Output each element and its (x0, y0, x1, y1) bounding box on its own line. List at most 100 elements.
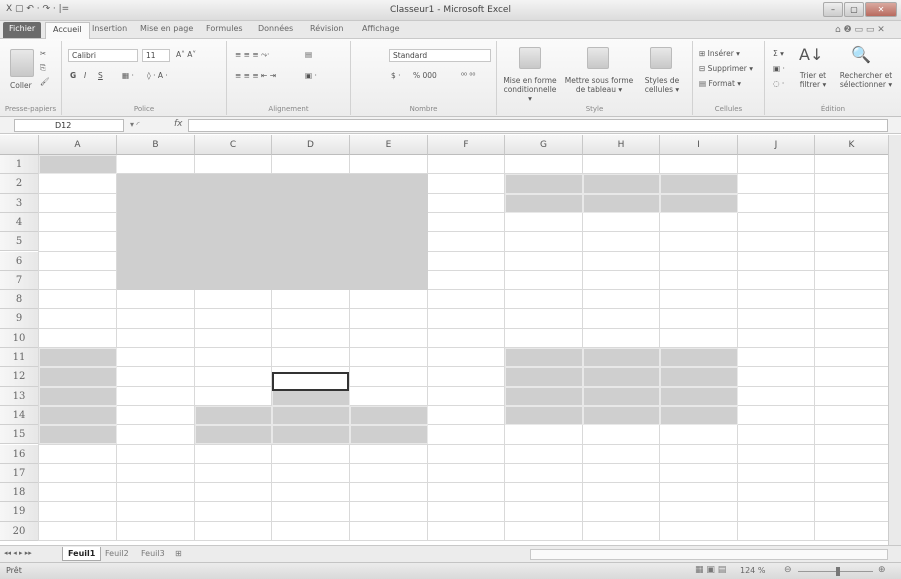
column-header-k[interactable]: K (815, 135, 889, 155)
shaded-cell[interactable] (39, 425, 117, 445)
row-header-13[interactable]: 13 (0, 386, 39, 406)
find-icon[interactable]: 🔍 (851, 45, 871, 64)
shaded-cell[interactable] (583, 193, 660, 213)
row-header-20[interactable]: 20 (0, 521, 39, 541)
active-cell-d12[interactable] (272, 372, 349, 391)
delete-cells-button[interactable]: ⊟ Supprimer ▾ (699, 64, 753, 73)
shaded-cell[interactable] (39, 386, 117, 406)
column-header-e[interactable]: E (350, 135, 428, 155)
grow-font-icon[interactable]: A˄ A˅ (176, 50, 196, 59)
shaded-cell[interactable] (660, 367, 738, 387)
shaded-cell[interactable] (505, 405, 583, 426)
row-header-17[interactable]: 17 (0, 463, 39, 484)
sort-filter-button[interactable]: Trier et filtrer ▾ (793, 71, 833, 89)
shaded-cell[interactable] (350, 425, 428, 445)
cell-styles-icon[interactable] (650, 47, 672, 69)
italic-button[interactable]: I (84, 71, 86, 80)
find-select-button[interactable]: Rechercher et sélectionner ▾ (835, 71, 897, 89)
tab-affichage[interactable]: Affichage (362, 24, 400, 33)
fx-icon[interactable]: fx (174, 119, 183, 129)
shaded-cell[interactable] (583, 405, 660, 426)
shaded-cell[interactable] (39, 405, 117, 426)
zoom-out-icon[interactable]: ⊖ (784, 565, 792, 575)
shaded-cell[interactable] (660, 405, 738, 426)
vertical-scrollbar[interactable] (888, 135, 901, 545)
tab-formules[interactable]: Formules (206, 24, 243, 33)
font-name-select[interactable]: Calibri (68, 49, 138, 62)
table-format-icon[interactable] (587, 47, 609, 69)
horizontal-scrollbar[interactable] (530, 549, 888, 560)
maximize-button[interactable]: ▢ (844, 2, 864, 17)
column-header-h[interactable]: H (583, 135, 660, 155)
merge-icon[interactable]: ▣ · (305, 71, 317, 80)
conditional-format-icon[interactable] (519, 47, 541, 69)
align-top-icon[interactable]: ≡ ≡ ≡ ⤳· (235, 50, 269, 60)
tab-accueil[interactable]: Accueil (45, 22, 90, 40)
tab-fichier[interactable]: Fichier (3, 22, 42, 38)
select-all-corner[interactable] (0, 135, 39, 155)
row-header-3[interactable]: 3 (0, 193, 39, 213)
row-header-11[interactable]: 11 (0, 348, 39, 368)
align-left-icon[interactable]: ≡ ≡ ≡ ⇤ ⇥ (235, 71, 276, 80)
fill-icon[interactable]: ▣ · (773, 64, 785, 73)
shaded-cell[interactable] (505, 367, 583, 387)
shaded-cell[interactable] (583, 386, 660, 406)
row-header-18[interactable]: 18 (0, 483, 39, 503)
border-icon[interactable]: ▦ · (122, 71, 134, 80)
shaded-cell[interactable] (505, 386, 583, 406)
autosum-button[interactable]: Σ ▾ (773, 49, 784, 58)
row-header-2[interactable]: 2 (0, 174, 39, 194)
column-header-i[interactable]: I (660, 135, 738, 155)
format-cells-button[interactable]: ▤ Format ▾ (699, 79, 741, 88)
row-header-9[interactable]: 9 (0, 309, 39, 329)
cond-format-button[interactable]: Mise en forme conditionnelle ▾ (501, 76, 559, 103)
tab-mise-en-page[interactable]: Mise en page (140, 24, 193, 33)
column-header-b[interactable]: B (117, 135, 195, 155)
name-box[interactable]: D12 (14, 119, 124, 132)
shaded-cell[interactable] (39, 155, 117, 175)
shaded-cell[interactable] (660, 386, 738, 406)
row-header-7[interactable]: 7 (0, 270, 39, 291)
shaded-cell[interactable] (39, 367, 117, 387)
currency-icon[interactable]: $ · (391, 71, 401, 80)
sheet-tab-feuil2[interactable]: Feuil2 (100, 547, 134, 561)
sort-icon[interactable]: A↓ (799, 45, 823, 64)
sheet-nav-icon[interactable]: ◂◂ ◂ ▸ ▸▸ (4, 549, 32, 557)
shaded-cell[interactable] (39, 348, 117, 368)
shaded-cell[interactable] (583, 348, 660, 368)
cut-icon[interactable]: ✂ (40, 49, 46, 58)
row-header-8[interactable]: 8 (0, 290, 39, 310)
table-format-button[interactable]: Mettre sous forme de tableau ▾ (563, 76, 635, 94)
row-header-16[interactable]: 16 (0, 444, 39, 464)
tab-revision[interactable]: Révision (310, 24, 343, 33)
shaded-cell[interactable] (505, 174, 583, 194)
column-header-j[interactable]: J (738, 135, 815, 155)
font-size-select[interactable]: 11 (142, 49, 170, 62)
zoom-level[interactable]: 124 % (740, 566, 765, 575)
shaded-cell[interactable] (195, 405, 272, 426)
row-header-15[interactable]: 15 (0, 425, 39, 445)
shaded-cell[interactable] (195, 425, 272, 445)
formula-input[interactable] (188, 119, 888, 132)
shaded-cell[interactable] (505, 348, 583, 368)
row-header-5[interactable]: 5 (0, 232, 39, 252)
column-header-f[interactable]: F (428, 135, 505, 155)
row-header-4[interactable]: 4 (0, 212, 39, 233)
shaded-cell[interactable] (272, 405, 350, 426)
shaded-cell-range[interactable] (117, 174, 428, 291)
minimize-button[interactable]: – (823, 2, 843, 17)
shaded-cell[interactable] (583, 367, 660, 387)
paste-icon[interactable] (10, 49, 34, 77)
underline-button[interactable]: S (98, 71, 103, 80)
row-header-14[interactable]: 14 (0, 405, 39, 426)
decimal-icon[interactable]: ⁰⁰ ⁰⁰ (461, 71, 475, 80)
fill-color-icon[interactable]: ◊ · A · (147, 71, 168, 80)
view-buttons-icon[interactable]: ▦ ▣ ▤ (695, 565, 726, 575)
copy-icon[interactable]: ⎘ (40, 63, 46, 73)
shaded-cell[interactable] (350, 405, 428, 426)
tab-donnees[interactable]: Données (258, 24, 293, 33)
percent-button[interactable]: % 000 (413, 71, 437, 80)
sheet-tab-feuil1[interactable]: Feuil1 (62, 547, 102, 561)
help-icon[interactable]: ⌂ ❷ ▭ ▭ ✕ (835, 25, 885, 35)
tab-insertion[interactable]: Insertion (92, 24, 127, 33)
